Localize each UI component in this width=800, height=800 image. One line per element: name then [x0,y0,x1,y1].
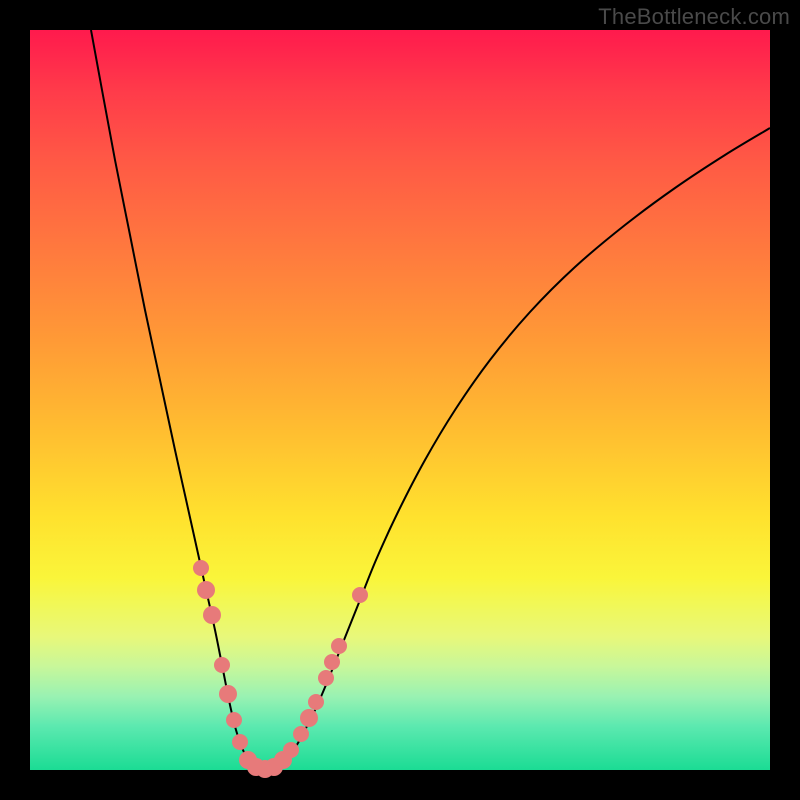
data-dot [318,670,334,686]
data-dot [232,734,248,750]
data-dot [352,587,368,603]
data-dot [331,638,347,654]
data-dot [203,606,221,624]
bottleneck-curve [91,30,770,770]
data-dot [308,694,324,710]
watermark-text: TheBottleneck.com [598,4,790,30]
data-dot [219,685,237,703]
data-dot [226,712,242,728]
data-dot [214,657,230,673]
data-dot [197,581,215,599]
data-dot [283,742,299,758]
data-dot [193,560,209,576]
data-dot [300,709,318,727]
data-dot [293,726,309,742]
chart-svg [30,30,770,770]
data-dots-group [193,560,368,778]
data-dot [324,654,340,670]
chart-plot-area [30,30,770,770]
